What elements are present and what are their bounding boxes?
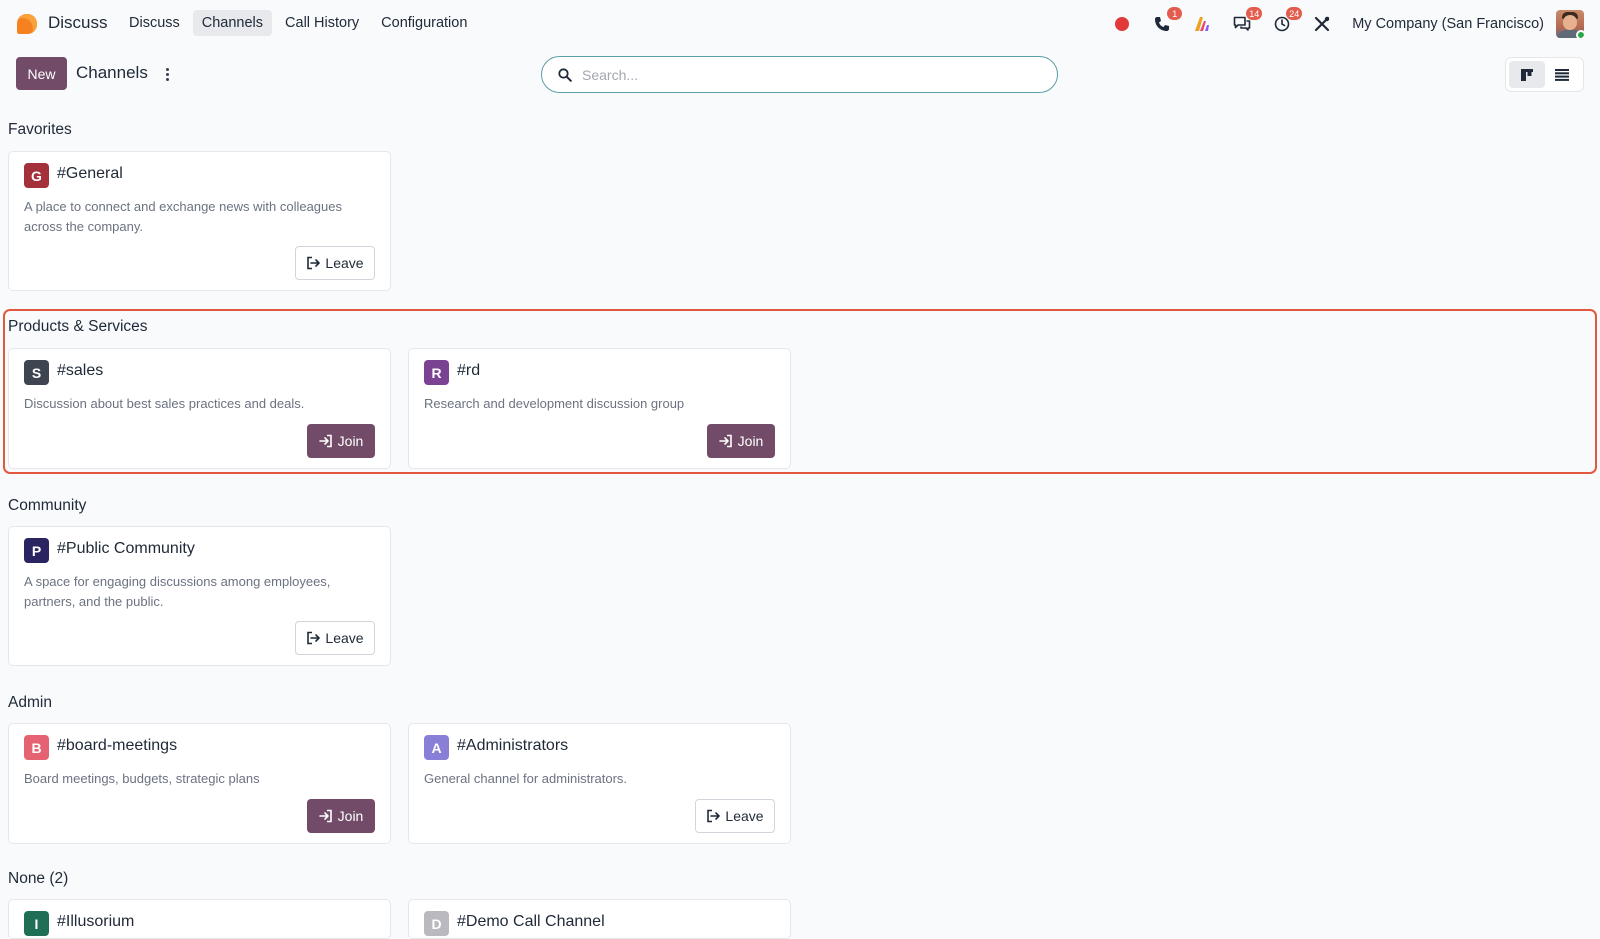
channel-description: Research and development discussion grou… xyxy=(424,396,685,411)
company-switcher[interactable]: My Company (San Francisco) xyxy=(1352,16,1544,32)
online-status-dot xyxy=(1576,30,1584,38)
new-button[interactable]: New xyxy=(16,57,67,90)
channel-card-public-community[interactable]: P #Public Community A space for engaging… xyxy=(8,526,391,666)
channel-avatar: G xyxy=(24,163,49,188)
channel-avatar: A xyxy=(424,735,449,760)
messages-icon[interactable]: 14 xyxy=(1228,7,1263,38)
channel-card-rd[interactable]: R #rd Research and development discussio… xyxy=(408,348,791,469)
channel-card-demo-call-channel[interactable]: D #Demo Call Channel xyxy=(408,899,791,939)
user-avatar[interactable] xyxy=(1556,10,1584,38)
group-title-products-services: Products & Services xyxy=(8,318,148,335)
channel-avatar: D xyxy=(424,911,449,936)
discuss-app-icon[interactable] xyxy=(16,13,38,35)
channel-avatar: B xyxy=(24,735,49,760)
list-view-button[interactable] xyxy=(1545,61,1581,88)
ai-icon[interactable] xyxy=(1188,10,1216,38)
leave-icon xyxy=(307,631,321,645)
join-button[interactable]: Join xyxy=(707,424,775,458)
join-label: Join xyxy=(737,433,764,449)
activities-badge: 24 xyxy=(1286,7,1303,20)
channel-avatar: R xyxy=(424,360,449,385)
channel-name[interactable]: #Demo Call Channel xyxy=(457,913,605,931)
leave-label: Leave xyxy=(325,255,364,271)
search-bar xyxy=(541,56,1058,93)
phone-icon[interactable]: 1 xyxy=(1148,7,1183,38)
page-title: Channels xyxy=(76,63,148,82)
group-title-admin: Admin xyxy=(8,694,52,711)
channel-description: A space for engaging discussions among e… xyxy=(24,574,331,609)
record-indicator-icon[interactable] xyxy=(1108,10,1136,38)
leave-label: Leave xyxy=(725,808,764,824)
channel-name[interactable]: #Illusorium xyxy=(57,913,134,931)
channel-name[interactable]: #rd xyxy=(457,362,480,380)
channel-name[interactable]: #General xyxy=(57,165,123,183)
leave-button[interactable]: Leave xyxy=(295,621,375,655)
channel-name[interactable]: #sales xyxy=(57,362,103,380)
search-input[interactable] xyxy=(582,66,1022,83)
channel-name[interactable]: #Administrators xyxy=(457,737,568,755)
join-button[interactable]: Join xyxy=(307,424,375,458)
join-icon xyxy=(318,809,332,823)
join-icon xyxy=(318,434,332,448)
channel-description: A place to connect and exchange news wit… xyxy=(24,199,342,234)
channel-card-sales[interactable]: S #sales Discussion about best sales pra… xyxy=(8,348,391,469)
group-title-community: Community xyxy=(8,497,87,514)
channel-card-board-meetings[interactable]: B #board-meetings Board meetings, budget… xyxy=(8,723,391,844)
channel-description: General channel for administrators. xyxy=(424,771,628,786)
activities-clock-icon[interactable]: 24 xyxy=(1268,7,1303,38)
channel-description: Discussion about best sales practices an… xyxy=(24,396,305,411)
join-label: Join xyxy=(337,808,364,824)
channel-avatar: S xyxy=(24,360,49,385)
main-menu: Discuss Channels Call History Configurat… xyxy=(120,10,476,36)
kanban-view-button[interactable] xyxy=(1509,61,1545,88)
leave-label: Leave xyxy=(325,630,364,646)
channel-name[interactable]: #board-meetings xyxy=(57,737,177,755)
join-button[interactable]: Join xyxy=(307,799,375,833)
channel-avatar: I xyxy=(24,911,49,936)
messages-badge: 14 xyxy=(1246,7,1263,20)
actions-menu-icon[interactable] xyxy=(161,64,173,84)
group-title-favorites: Favorites xyxy=(8,121,72,138)
leave-icon xyxy=(707,809,721,823)
calls-badge: 1 xyxy=(1167,7,1183,20)
menu-configuration[interactable]: Configuration xyxy=(372,10,476,36)
top-navbar: Discuss Discuss Channels Call History Co… xyxy=(0,0,1600,46)
app-name[interactable]: Discuss xyxy=(48,13,108,33)
channel-avatar: P xyxy=(24,538,49,563)
search-icon xyxy=(558,67,572,82)
leave-button[interactable]: Leave xyxy=(695,799,775,833)
leave-button[interactable]: Leave xyxy=(295,246,375,280)
systray: 1 14 24 My Company (San Francisco) xyxy=(1108,7,1600,39)
leave-icon xyxy=(307,256,321,270)
group-title-none: None (2) xyxy=(8,870,69,887)
channel-card-general[interactable]: G #General A place to connect and exchan… xyxy=(8,151,391,291)
tools-icon[interactable] xyxy=(1308,10,1336,38)
list-icon xyxy=(1555,68,1570,81)
view-switcher xyxy=(1505,57,1584,92)
channel-name[interactable]: #Public Community xyxy=(57,540,195,558)
kanban-icon xyxy=(1520,68,1533,81)
join-label: Join xyxy=(337,433,364,449)
channel-card-administrators[interactable]: A #Administrators General channel for ad… xyxy=(408,723,791,844)
channel-description: Board meetings, budgets, strategic plans xyxy=(24,771,260,786)
join-icon xyxy=(718,434,732,448)
menu-call-history[interactable]: Call History xyxy=(276,10,368,36)
menu-discuss[interactable]: Discuss xyxy=(120,10,189,36)
channel-card-illusorium[interactable]: I #Illusorium xyxy=(8,899,391,939)
menu-channels[interactable]: Channels xyxy=(192,10,273,36)
